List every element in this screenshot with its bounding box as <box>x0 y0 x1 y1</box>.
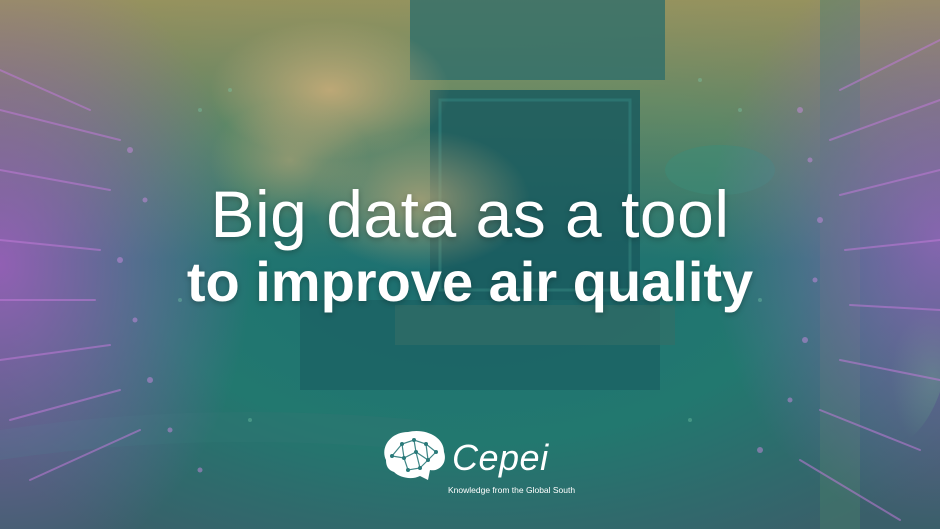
headline: Big data as a tool to improve air qualit… <box>0 176 940 314</box>
cepei-logo: Cepei Knowledge from the Global South <box>374 424 584 504</box>
logo-wordmark: Cepei <box>452 437 549 478</box>
headline-line-1: Big data as a tool <box>210 177 730 251</box>
logo-tagline: Knowledge from the Global South <box>448 485 576 495</box>
banner: Big data as a tool to improve air qualit… <box>0 0 940 529</box>
brain-network-icon <box>384 430 445 480</box>
headline-line-2: to improve air quality <box>186 250 754 313</box>
